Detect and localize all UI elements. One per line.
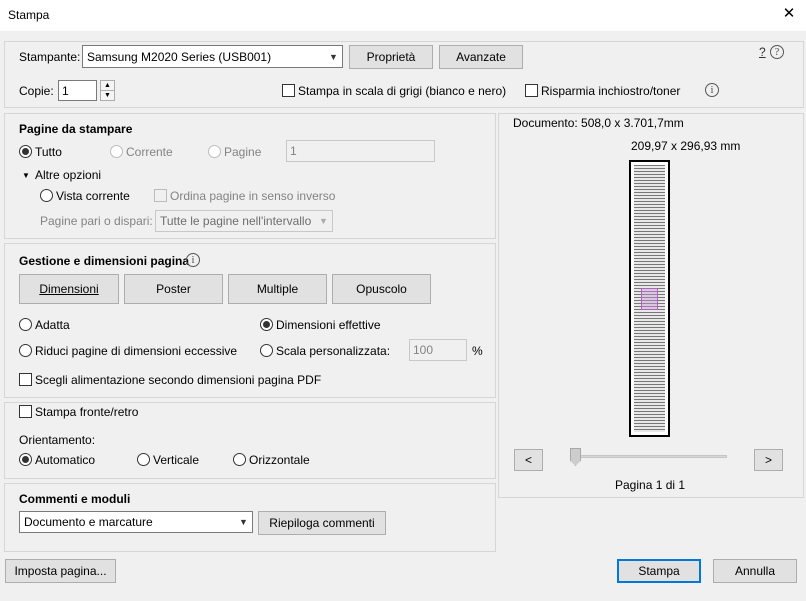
- triangle-down-icon[interactable]: ▼: [22, 171, 30, 180]
- print-button[interactable]: Stampa: [617, 559, 701, 583]
- prev-page-button[interactable]: <: [514, 449, 543, 471]
- paper-size-label: 209,97 x 296,93 mm: [631, 139, 741, 153]
- printer-select[interactable]: Samsung M2020 Series (USB001) ▼: [82, 45, 343, 68]
- page-indicator: Pagina 1 di 1: [615, 478, 686, 492]
- copies-value: 1: [62, 83, 69, 98]
- comments-title: Commenti e moduli: [19, 492, 131, 506]
- grayscale-label: Stampa in scala di grigi (bianco e nero): [298, 84, 507, 98]
- multiple-button[interactable]: Multiple: [228, 274, 327, 304]
- radio-current-label: Corrente: [126, 145, 173, 159]
- odd-even-select[interactable]: Tutte le pagine nell'intervallo ▼: [155, 210, 333, 232]
- duplex-label: Stampa fronte/retro: [35, 405, 139, 419]
- current-view-label: Vista corrente: [56, 189, 130, 203]
- stepper-down-icon[interactable]: ▼: [101, 91, 114, 100]
- cancel-button[interactable]: Annulla: [713, 559, 797, 583]
- actual-size-label: Dimensioni effettive: [276, 318, 381, 332]
- radio-fit[interactable]: [19, 318, 32, 331]
- info-icon[interactable]: i: [705, 83, 719, 97]
- preview-image-highlight: [641, 288, 658, 310]
- radio-portrait[interactable]: [137, 453, 150, 466]
- size-button-label: Dimensioni: [39, 282, 99, 296]
- poster-button[interactable]: Poster: [124, 274, 223, 304]
- booklet-button[interactable]: Opuscolo: [332, 274, 431, 304]
- radio-pages[interactable]: [208, 145, 221, 158]
- page-slider-track[interactable]: [575, 455, 727, 458]
- help-link[interactable]: ?: [759, 45, 766, 59]
- reverse-checkbox[interactable]: [154, 189, 167, 202]
- chevron-down-icon: ▼: [239, 517, 248, 527]
- help-icon[interactable]: ?: [770, 45, 784, 59]
- close-icon[interactable]: ✕: [780, 5, 798, 23]
- pages-range-input[interactable]: 1: [286, 140, 435, 162]
- orientation-label: Orientamento:: [19, 433, 96, 447]
- save-ink-checkbox[interactable]: [525, 84, 538, 97]
- printer-label: Stampante:: [19, 50, 81, 64]
- odd-even-label: Pagine pari o dispari:: [40, 214, 153, 228]
- pages-range-value: 1: [290, 144, 297, 158]
- radio-landscape[interactable]: [233, 453, 246, 466]
- radio-custom-scale[interactable]: [260, 344, 273, 357]
- window-title: Stampa: [8, 8, 50, 22]
- chevron-down-icon: ▼: [319, 216, 328, 226]
- custom-scale-input[interactable]: 100: [409, 339, 467, 361]
- radio-all[interactable]: [19, 145, 32, 158]
- advanced-button[interactable]: Avanzate: [439, 45, 523, 69]
- copies-input[interactable]: 1: [58, 80, 97, 101]
- radio-auto-orientation[interactable]: [19, 453, 32, 466]
- radio-shrink[interactable]: [19, 344, 32, 357]
- reverse-label: Ordina pagine in senso inverso: [170, 189, 336, 203]
- landscape-label: Orizzontale: [249, 453, 310, 467]
- paper-source-label: Scegli alimentazione secondo dimensioni …: [35, 373, 322, 387]
- comments-select-value: Documento e marcature: [24, 515, 153, 529]
- more-options-label[interactable]: Altre opzioni: [35, 168, 101, 182]
- grayscale-checkbox[interactable]: [282, 84, 295, 97]
- paper-source-checkbox[interactable]: [19, 373, 32, 386]
- shrink-label: Riduci pagine di dimensioni eccessive: [35, 344, 238, 358]
- copies-stepper[interactable]: ▲ ▼: [100, 80, 115, 101]
- info-icon[interactable]: i: [186, 253, 200, 267]
- radio-current[interactable]: [110, 145, 123, 158]
- document-size-label: Documento: 508,0 x 3.701,7mm: [513, 116, 684, 130]
- sizing-title: Gestione e dimensioni pagina: [19, 254, 190, 268]
- save-ink-label: Risparmia inchiostro/toner: [541, 84, 681, 98]
- size-button[interactable]: Dimensioni: [19, 274, 119, 304]
- odd-even-value: Tutte le pagine nell'intervallo: [160, 214, 312, 228]
- radio-current-view[interactable]: [40, 189, 53, 202]
- stepper-up-icon[interactable]: ▲: [101, 81, 114, 91]
- portrait-label: Verticale: [153, 453, 200, 467]
- custom-scale-label: Scala personalizzata:: [276, 344, 391, 358]
- title-bar: [0, 0, 806, 31]
- auto-orientation-label: Automatico: [35, 453, 96, 467]
- radio-actual-size[interactable]: [260, 318, 273, 331]
- summarize-comments-button[interactable]: Riepiloga commenti: [258, 511, 386, 535]
- duplex-checkbox[interactable]: [19, 405, 32, 418]
- page-setup-button[interactable]: Imposta pagina...: [5, 559, 116, 583]
- pages-title: Pagine da stampare: [19, 122, 133, 136]
- next-page-button[interactable]: >: [754, 449, 783, 471]
- radio-all-label: Tutto: [35, 145, 62, 159]
- custom-scale-value: 100: [413, 343, 434, 357]
- chevron-down-icon: ▼: [329, 51, 338, 62]
- page-preview: [629, 160, 670, 437]
- fit-label: Adatta: [35, 318, 70, 332]
- properties-button[interactable]: Proprietà: [349, 45, 433, 69]
- comments-select[interactable]: Documento e marcature ▼: [19, 511, 253, 533]
- printer-select-value: Samsung M2020 Series (USB001): [87, 49, 272, 64]
- copies-label: Copie:: [19, 84, 54, 98]
- percent-label: %: [472, 344, 483, 358]
- radio-pages-label: Pagine: [224, 145, 262, 159]
